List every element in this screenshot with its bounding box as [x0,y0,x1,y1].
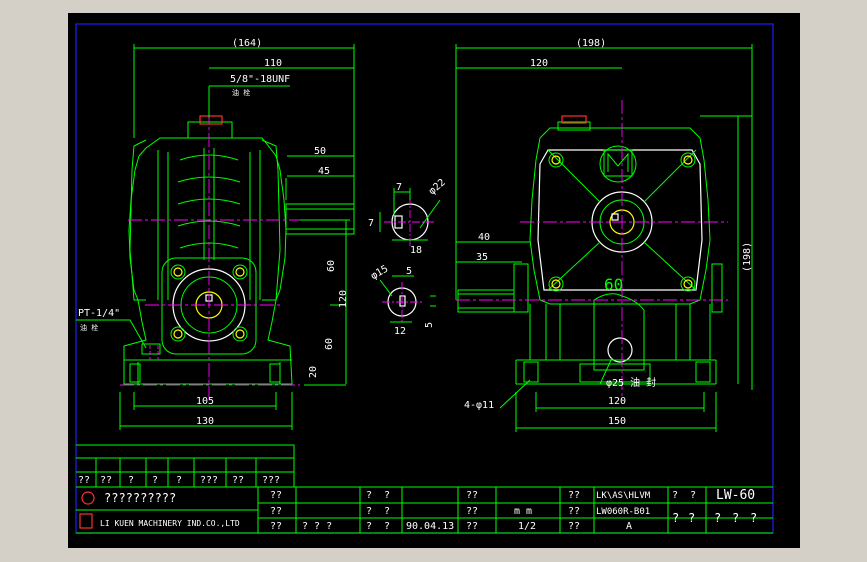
r3-7: ?? [568,521,580,532]
pt-label: PT-1/4" [78,308,120,319]
r1-7: ? [690,490,696,501]
bq-0: ? [672,511,679,525]
tb-upper-0: ?? [78,475,90,486]
r3-1: ? ? ? [302,521,332,532]
key-7: 7 [396,182,402,193]
key-5: 5 [406,266,412,277]
bq-1: ? [688,511,695,525]
dim-40: 40 [478,232,490,243]
r3-6: 1/2 [518,521,536,532]
dim-110: 110 [264,58,282,69]
key-18: 18 [410,245,422,256]
r2-3: ?? [466,506,478,517]
dim-164: (164) [232,38,262,49]
r3-3: ? [384,521,390,532]
r2-4: m m [514,506,532,517]
dim-45: 45 [318,166,330,177]
bq-2: ? [714,511,721,525]
r1-0: ?? [270,490,282,501]
dim-150: 150 [608,416,626,427]
company-en: LI KUEN MACHINERY IND.CO.,LTD [100,519,240,528]
dim-120-top: 120 [530,58,548,69]
dim-198-side: (198) [742,242,753,272]
r3-8: A [626,521,632,532]
seal-label: φ25 油 封 [606,376,656,389]
holes-label: 4-φ11 [464,400,494,411]
dim-120-left: 120 [338,290,349,308]
dim-105: 105 [196,396,214,407]
key-dia22: φ22 [427,177,448,197]
key-12: 12 [394,326,406,337]
r1-3: ?? [466,490,478,501]
r2-0: ?? [270,506,282,517]
r1-4: ?? [568,490,580,501]
tb-upper-2: ? [128,475,134,486]
bq-4: ? [750,511,757,525]
r1-6: ? [672,490,678,501]
r2-2: ? [384,506,390,517]
mark-60: 60 [604,275,623,294]
dim-198-top: (198) [576,38,606,49]
dim-60-bot: 60 [324,338,335,350]
tb-upper-3: ? [152,475,158,486]
r1-2: ? [384,490,390,501]
cad-drawing: (164) 110 5/8"-18UNF 油 栓 50 45 60 120 60… [75,23,774,534]
r2-5: ?? [568,506,580,517]
key-5v: 5 [424,322,435,328]
r1-5: LK\AS\HLVM [596,491,651,501]
right-view [455,44,753,432]
r3-4: 90.04.13 [406,521,454,532]
company-cn: ?????????? [104,491,176,505]
r2-1: ? [366,506,372,517]
tb-upper-4: ? [176,475,182,486]
bq-3: ? [732,511,739,525]
dim-130: 130 [196,416,214,427]
tb-upper-5: ??? [200,475,218,486]
thread-label: 5/8"-18UNF [230,74,290,85]
tb-upper-7: ??? [262,475,280,486]
r3-5: ?? [466,521,478,532]
dim-60-top: 60 [326,260,337,272]
dim-20: 20 [308,366,319,378]
tb-upper-6: ?? [232,475,244,486]
r1-1: ? [366,490,372,501]
tb-upper-1: ?? [100,475,112,486]
r3-0: ?? [270,521,282,532]
key-dia15: φ15 [369,264,390,283]
pt-plug-label: 油 栓 [80,323,98,332]
plug-label: 油 栓 [232,88,250,97]
model-label: LW-60 [716,488,755,503]
key-7v: 7 [368,218,374,229]
dim-35: 35 [476,252,488,263]
r3-2: ? [366,521,372,532]
dim-50: 50 [314,146,326,157]
dim-120-base: 120 [608,396,626,407]
r2-6: LW060R-B01 [596,507,650,517]
